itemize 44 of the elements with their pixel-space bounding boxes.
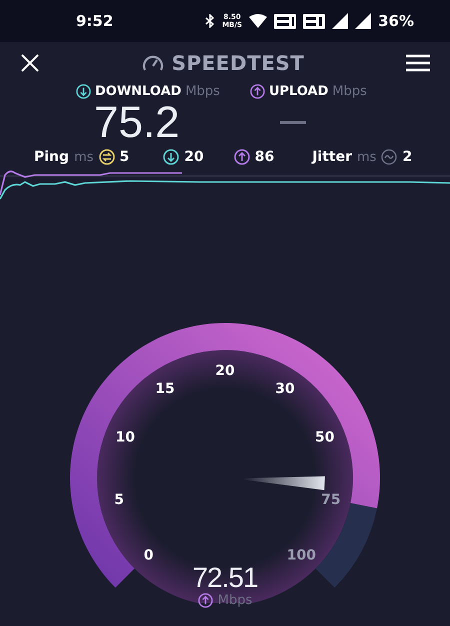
wifi-icon xyxy=(249,14,268,28)
pending-dash xyxy=(280,121,306,124)
close-icon[interactable] xyxy=(20,53,40,73)
tick-label: 50 xyxy=(315,430,335,446)
jitter-icon xyxy=(381,149,398,165)
bluetooth-icon xyxy=(205,14,216,28)
metric-value: 20 xyxy=(184,149,204,165)
tick-label: 10 xyxy=(115,430,135,446)
metric-value: 5 xyxy=(120,149,130,165)
tick-label: 0 xyxy=(144,547,154,564)
volte-icon xyxy=(303,14,326,28)
result-label: UPLOAD xyxy=(268,84,328,99)
download-icon xyxy=(76,84,91,99)
tick-label: 15 xyxy=(155,381,175,398)
upload-icon xyxy=(250,84,265,99)
signal-icon xyxy=(332,13,348,29)
metric-unit: ms xyxy=(357,150,376,164)
result-unit: Mbps xyxy=(332,84,367,99)
tick-label: 5 xyxy=(114,492,124,508)
metric-value: 86 xyxy=(254,149,274,165)
result-unit: Mbps xyxy=(185,84,220,99)
metric-value: 2 xyxy=(402,149,412,165)
battery-percent: 36% xyxy=(378,12,414,30)
ping-icon xyxy=(98,149,114,165)
tick-label: 100 xyxy=(286,547,316,564)
metric-unit: ms xyxy=(74,150,94,164)
app-title: SPEEDTEST xyxy=(172,51,304,75)
reading-unit: Mbps xyxy=(218,593,252,608)
result-label: DOWNLOAD xyxy=(95,84,182,99)
metric-label: Ping xyxy=(34,149,70,165)
metric-label: Jitter xyxy=(312,149,352,165)
speed-reading: 72.51 xyxy=(192,563,258,593)
result-value: 75.2 xyxy=(94,99,181,147)
signal-icon xyxy=(355,13,372,29)
wifi-calling-icon xyxy=(274,14,296,28)
menu-icon[interactable] xyxy=(406,54,430,72)
gauge-icon xyxy=(142,54,164,72)
download-icon xyxy=(163,149,180,165)
tick-label: 20 xyxy=(215,363,235,379)
upload-icon xyxy=(198,593,213,608)
status-time: 9:52 xyxy=(76,12,114,30)
tick-label: 75 xyxy=(321,492,341,508)
upload-icon xyxy=(234,149,250,165)
tick-label: 30 xyxy=(275,381,295,398)
